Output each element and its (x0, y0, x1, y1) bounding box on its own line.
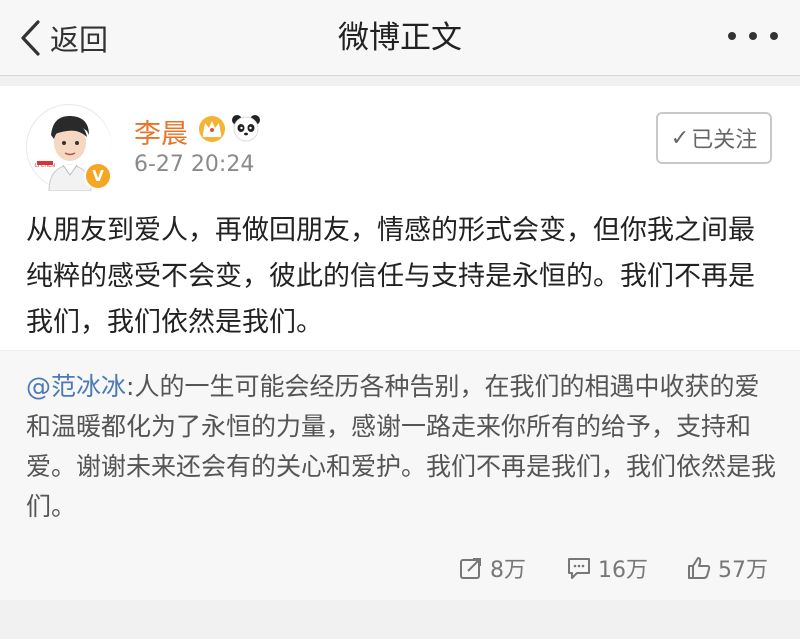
verified-badge-text: V (92, 167, 104, 185)
comment-count: 16万 (598, 558, 648, 583)
follow-label: 已关注 (691, 128, 758, 153)
like-count: 57万 (718, 558, 768, 583)
repost-text-block: @范冰冰:人的一生可能会经历各种告别，在我们的相遇中收获的爱和温暖都化为了永恒的… (26, 367, 776, 527)
avatar-caption: LI CHEN (35, 163, 55, 169)
page-title: 微博正文 (338, 20, 462, 56)
post-username[interactable]: 李晨 (134, 112, 188, 151)
repost-button[interactable]: 8万 (458, 546, 526, 590)
follow-button[interactable]: ✓ 已关注 (656, 112, 772, 164)
nav-bar: 返回 微博正文 (0, 0, 800, 76)
repost-text: :人的一生可能会经历各种告别，在我们的相遇中收获的爱和温暖都化为了永恒的力量，感… (26, 372, 777, 521)
comment-icon (568, 558, 590, 579)
panda-icon (232, 115, 260, 142)
bottom-strip (0, 600, 800, 639)
more-dot-icon (770, 32, 778, 40)
more-dot-icon (749, 32, 757, 40)
post-time: 6-27 20:24 (134, 152, 255, 177)
more-dot-icon (728, 32, 736, 40)
verified-badge: V (84, 162, 112, 190)
repost-block[interactable]: @范冰冰:人的一生可能会经历各种告别，在我们的相遇中收获的爱和温暖都化为了永恒的… (0, 350, 800, 600)
mention-link[interactable]: @范冰冰 (26, 372, 126, 401)
crown-icon (199, 116, 225, 142)
comment-button[interactable]: 16万 (566, 546, 648, 590)
share-icon (460, 558, 481, 579)
more-button[interactable] (728, 26, 778, 46)
post-content: 从朋友到爱人，再做回朋友，情感的形式会变，但你我之间最纯粹的感受不会变，彼此的信… (26, 215, 755, 338)
like-button[interactable]: 57万 (686, 546, 768, 590)
repost-count: 8万 (490, 558, 526, 583)
thumbs-up-icon (688, 557, 711, 579)
check-icon: ✓ (670, 125, 690, 151)
